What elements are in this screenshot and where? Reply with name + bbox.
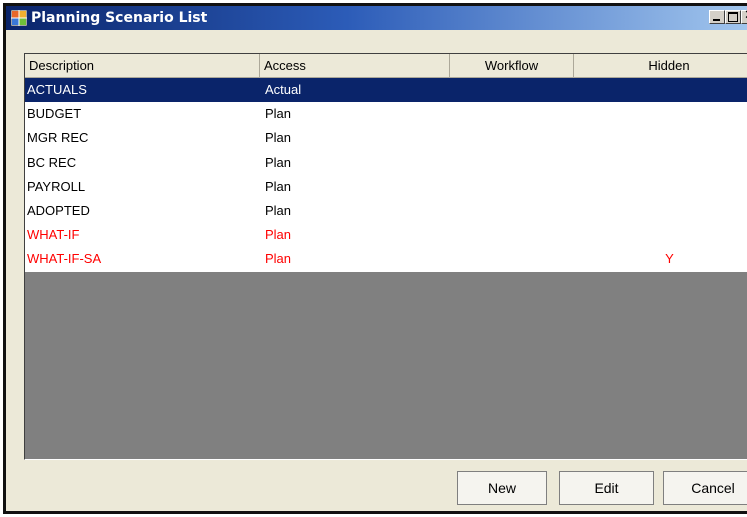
- cell-workflow: [450, 151, 574, 175]
- maximize-button[interactable]: [725, 10, 741, 24]
- table-row[interactable]: ACTUALS Actual: [25, 78, 747, 103]
- cell-workflow: [450, 102, 574, 126]
- cell-access: Plan: [265, 202, 292, 218]
- cell-description: BC REC: [27, 154, 77, 170]
- table-row[interactable]: WHAT-IF Plan: [25, 223, 747, 248]
- cell-hidden: [574, 151, 747, 175]
- column-header-description[interactable]: Description: [25, 54, 260, 77]
- cell-access: Plan: [265, 154, 292, 170]
- cell-description: ADOPTED: [27, 202, 90, 218]
- cell-access: Plan: [265, 178, 292, 194]
- cell-workflow: [450, 223, 574, 247]
- cell-access: Actual: [265, 82, 302, 97]
- cell-hidden: [574, 126, 747, 150]
- cell-description: BUDGET: [27, 106, 82, 122]
- cell-hidden: [574, 102, 747, 126]
- cell-hidden: [574, 78, 747, 102]
- table-row[interactable]: WHAT-IF-SA Plan Y: [25, 247, 747, 272]
- table-row[interactable]: BC REC Plan: [25, 150, 747, 175]
- cancel-button[interactable]: Cancel: [663, 471, 747, 505]
- grid-rows: ACTUALS Actual BUDGET Plan MGR REC Plan BC REC…: [25, 78, 747, 272]
- cell-workflow: [450, 175, 574, 199]
- table-row[interactable]: BUDGET Plan: [25, 102, 747, 127]
- title-bar[interactable]: Planning Scenario List ✕: [6, 6, 747, 30]
- table-row[interactable]: MGR REC Plan: [25, 126, 747, 151]
- cell-hidden: Y: [665, 251, 674, 267]
- cell-access: Plan: [265, 130, 292, 146]
- cell-workflow: [450, 126, 574, 150]
- cell-workflow: [450, 247, 574, 271]
- column-header-hidden[interactable]: Hidden: [574, 54, 747, 77]
- cell-description: PAYROLL: [27, 178, 86, 194]
- new-button[interactable]: New: [457, 471, 547, 505]
- cell-description: MGR REC: [27, 130, 89, 146]
- cell-description: WHAT-IF: [27, 227, 80, 243]
- planning-scenario-window: Planning Scenario List ✕ Description Acc…: [3, 3, 747, 514]
- cell-access: Plan: [265, 227, 292, 243]
- cell-hidden: [574, 223, 747, 247]
- table-row[interactable]: ADOPTED Plan: [25, 198, 747, 224]
- cell-hidden: [574, 199, 747, 223]
- table-row[interactable]: PAYROLL Plan: [25, 174, 747, 199]
- cell-access: Plan: [265, 106, 292, 122]
- minimize-button[interactable]: [709, 10, 725, 24]
- app-grid-icon: [11, 10, 27, 26]
- cell-hidden: [574, 175, 747, 199]
- scenario-grid[interactable]: Description Access Workflow Hidden ACTUA…: [24, 53, 747, 460]
- close-button[interactable]: ✕: [741, 8, 747, 24]
- window-title: Planning Scenario List: [31, 10, 208, 26]
- column-header-access[interactable]: Access: [260, 54, 450, 77]
- cell-description: ACTUALS: [27, 82, 87, 97]
- cell-description: WHAT-IF-SA: [27, 251, 102, 267]
- cell-access: Plan: [265, 251, 292, 267]
- cell-workflow: [450, 199, 574, 223]
- column-header-workflow[interactable]: Workflow: [450, 54, 574, 77]
- cell-workflow: [450, 78, 574, 102]
- grid-header: Description Access Workflow Hidden: [25, 54, 747, 78]
- edit-button[interactable]: Edit: [559, 471, 654, 505]
